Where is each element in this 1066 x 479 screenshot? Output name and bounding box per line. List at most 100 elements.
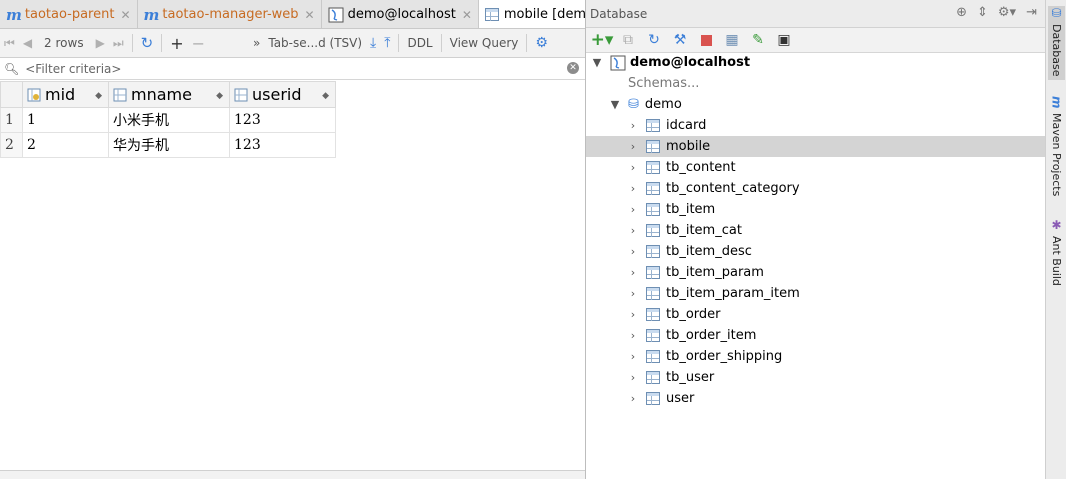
cell-mid[interactable]: 2 <box>22 132 109 158</box>
cell-userid[interactable]: 123 <box>229 132 336 158</box>
more-icon[interactable]: » <box>249 31 264 55</box>
table-icon <box>646 182 660 195</box>
tab-taotao-manager-web[interactable]: m taotao-manager-web ✕ <box>137 0 322 28</box>
column-name: userid <box>252 85 302 104</box>
gear-icon[interactable]: ⚙ <box>531 31 552 55</box>
chevron-down-icon[interactable]: ▼ <box>608 98 622 111</box>
maven-module-icon: m <box>6 5 22 24</box>
close-icon[interactable]: ✕ <box>120 8 130 22</box>
tree-node-table[interactable]: › tb_content_category <box>586 178 1045 199</box>
tab-demo-console[interactable]: demo@localhost ✕ <box>321 0 479 28</box>
table-view-icon[interactable]: ▦ <box>720 29 744 51</box>
add-datasource-icon[interactable]: +▾ <box>590 29 614 51</box>
sort-icon[interactable]: ◆ <box>322 91 329 101</box>
ant-build-tool-button[interactable]: ✱ Ant Build <box>1048 218 1065 288</box>
refresh-icon[interactable]: ↻ <box>642 29 666 51</box>
cell-mid[interactable]: 1 <box>22 107 109 133</box>
table-name: tb_order <box>666 307 721 322</box>
tree-node-table[interactable]: › tb_item <box>586 199 1045 220</box>
collapse-all-icon[interactable]: ⇕ <box>977 5 988 20</box>
delete-row-icon[interactable]: − <box>188 31 209 55</box>
tree-node-schema[interactable]: ▼ ⛁ demo <box>586 94 1045 115</box>
hide-panel-icon[interactable]: ⇥ <box>1026 5 1037 20</box>
ide-window: m taotao-parent ✕ m taotao-manager-web ✕… <box>0 0 1066 479</box>
tree-node-connection[interactable]: ▼ demo@localhost <box>586 52 1045 73</box>
tree-node-table[interactable]: › tb_item_cat <box>586 220 1045 241</box>
tree-node-table[interactable]: › tb_item_param_item <box>586 283 1045 304</box>
tool-label: Database <box>1050 24 1063 77</box>
chevron-right-icon[interactable]: › <box>626 350 640 363</box>
view-query-button[interactable]: View Query <box>446 31 523 55</box>
tree-node-table[interactable]: › tb_user <box>586 367 1045 388</box>
tree-node-table[interactable]: › tb_item_desc <box>586 241 1045 262</box>
tree-node-table[interactable]: › user <box>586 388 1045 409</box>
database-tool-button[interactable]: ⛁ Database <box>1048 6 1065 80</box>
column-header-userid[interactable]: userid ◆ <box>229 81 336 108</box>
chevron-right-icon[interactable]: › <box>626 266 640 279</box>
add-row-icon[interactable]: + <box>166 31 187 55</box>
sort-icon[interactable]: ◆ <box>216 91 223 101</box>
chevron-right-icon[interactable]: › <box>626 224 640 237</box>
upload-icon[interactable]: ⤒ <box>380 31 394 55</box>
chevron-down-icon[interactable]: ▼ <box>590 56 604 69</box>
sort-icon[interactable]: ◆ <box>95 91 102 101</box>
chevron-right-icon[interactable]: › <box>626 287 640 300</box>
close-icon[interactable]: ✕ <box>462 8 472 22</box>
close-icon[interactable]: ✕ <box>305 8 315 22</box>
column-header-mname[interactable]: mname ◆ <box>108 81 230 108</box>
chevron-right-icon[interactable]: › <box>626 119 640 132</box>
tab-mobile[interactable]: mobile [demo@lo <box>478 0 585 28</box>
tree-node-table[interactable]: › tb_item_param <box>586 262 1045 283</box>
chevron-right-icon[interactable]: › <box>626 140 640 153</box>
tree-node-table[interactable]: › mobile <box>586 136 1045 157</box>
chevron-right-icon[interactable]: › <box>626 392 640 405</box>
table-row[interactable]: 1 1 小米手机 123 <box>0 107 336 133</box>
chevron-right-icon[interactable]: › <box>626 161 640 174</box>
divider <box>398 34 400 52</box>
tab-taotao-parent[interactable]: m taotao-parent ✕ <box>0 0 138 28</box>
download-icon[interactable]: ⤓ <box>366 31 380 55</box>
tab-label: taotao-parent <box>24 7 115 22</box>
previous-page-icon[interactable]: ◀ <box>19 31 36 55</box>
export-format-select[interactable]: Tab-se...d (TSV) <box>264 31 366 55</box>
cell-userid[interactable]: 123 <box>229 107 336 133</box>
settings-gear-icon[interactable]: ⚙▾ <box>998 5 1016 20</box>
divider <box>131 34 133 52</box>
refresh-icon[interactable]: ↻ <box>137 31 158 55</box>
table-row[interactable]: 2 2 华为手机 123 <box>0 132 336 158</box>
chevron-right-icon[interactable]: › <box>626 371 640 384</box>
crosshair-icon[interactable]: ⊕ <box>956 5 967 20</box>
tree-node-table[interactable]: › tb_content <box>586 157 1045 178</box>
cell-mname[interactable]: 华为手机 <box>108 132 230 158</box>
chevron-right-icon[interactable]: › <box>626 245 640 258</box>
column-header-mid[interactable]: mid ◆ <box>22 81 109 108</box>
tree-node-table[interactable]: › idcard <box>586 115 1045 136</box>
horizontal-scrollbar[interactable] <box>0 470 585 479</box>
copy-icon[interactable]: ⧉ <box>616 29 640 51</box>
stop-icon[interactable] <box>694 29 718 51</box>
chevron-right-icon[interactable]: › <box>626 329 640 342</box>
tree-node-table[interactable]: › tb_order <box>586 304 1045 325</box>
chevron-right-icon[interactable]: › <box>626 182 640 195</box>
chevron-right-icon[interactable]: › <box>626 308 640 321</box>
first-page-icon[interactable]: ⏮ <box>0 31 19 55</box>
ddl-button[interactable]: DDL <box>403 31 436 55</box>
row-number: 1 <box>0 107 23 133</box>
clear-filter-icon[interactable]: ✕ <box>567 62 579 74</box>
next-page-icon[interactable]: ▶ <box>92 31 109 55</box>
row-count: 2 rows <box>44 36 84 50</box>
last-page-icon[interactable]: ⏭ <box>109 31 128 55</box>
chevron-right-icon[interactable]: › <box>626 203 640 216</box>
tree-node-table[interactable]: › tb_order_shipping <box>586 346 1045 367</box>
filter-input[interactable]: <Filter criteria> <box>25 62 121 76</box>
cell-mname[interactable]: 小米手机 <box>108 107 230 133</box>
connection-name: demo@localhost <box>630 55 751 70</box>
table-editor: m taotao-parent ✕ m taotao-manager-web ✕… <box>0 0 585 479</box>
edit-source-icon[interactable]: ✎ <box>746 29 770 51</box>
console-icon[interactable]: ▣ <box>772 29 796 51</box>
maven-projects-tool-button[interactable]: m Maven Projects <box>1048 96 1065 200</box>
schemas-link[interactable]: Schemas... <box>586 73 1045 94</box>
schema-diff-icon[interactable]: ⚒ <box>668 29 692 51</box>
filter-bar: 🔍︎ <Filter criteria> ✕ <box>0 58 585 80</box>
tree-node-table[interactable]: › tb_order_item <box>586 325 1045 346</box>
